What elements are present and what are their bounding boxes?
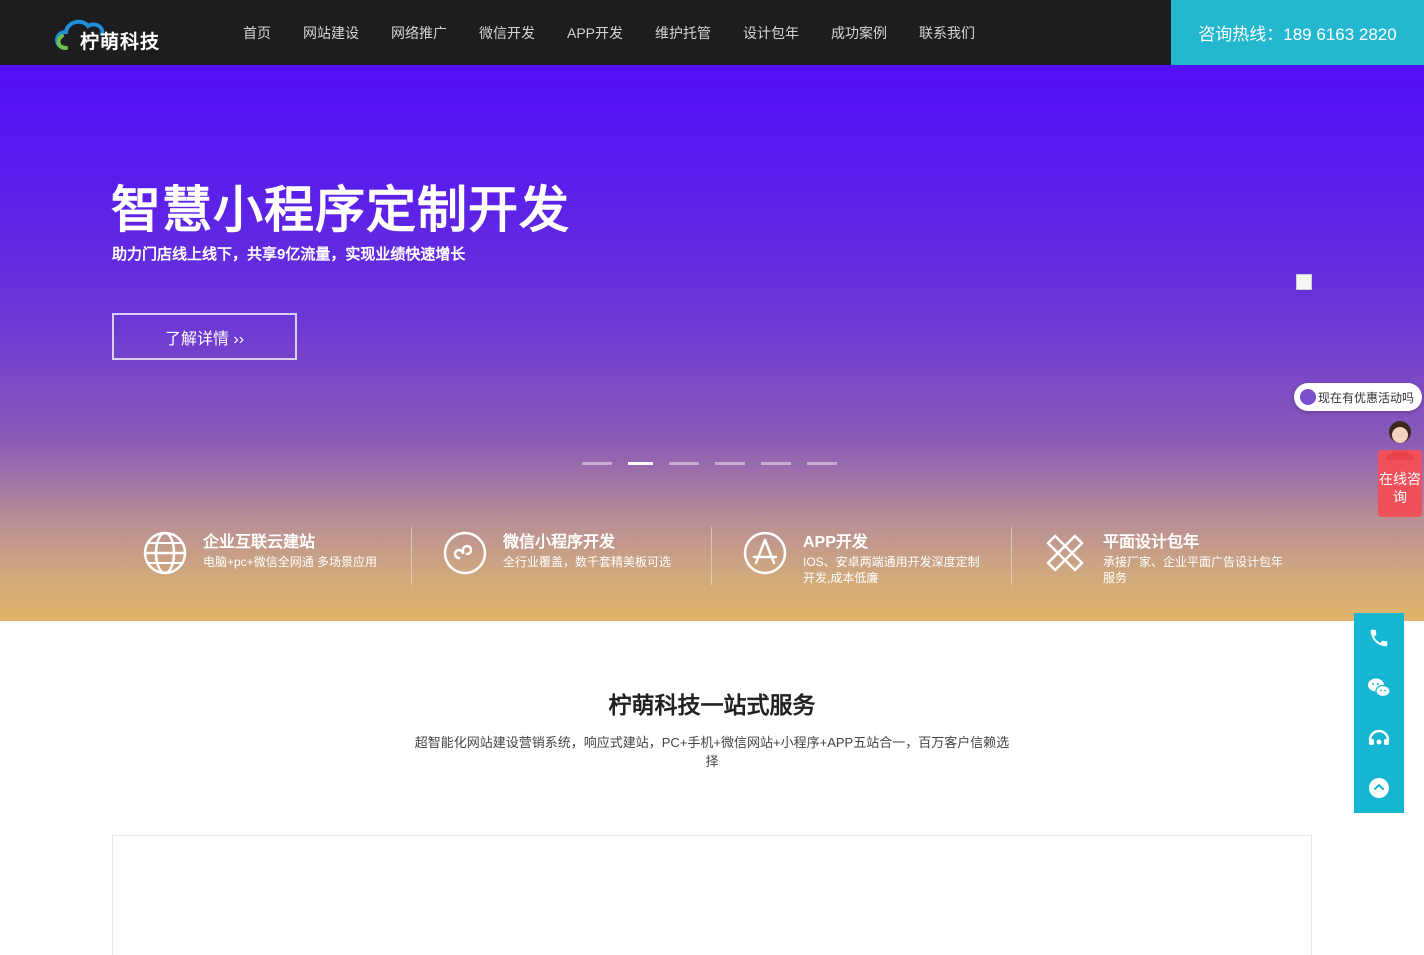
slider-dot-active[interactable] — [628, 462, 653, 465]
hotline-banner[interactable]: 咨询热线：189 6163 2820 — [1171, 0, 1424, 65]
globe-icon — [143, 531, 187, 575]
slider-dot[interactable] — [807, 462, 837, 465]
nav-item-website[interactable]: 网站建设 — [303, 23, 359, 43]
slider-dot[interactable] — [582, 462, 612, 465]
broken-image-icon — [1296, 274, 1312, 290]
side-tool-top[interactable] — [1354, 763, 1404, 813]
nav-item-promotion[interactable]: 网络推广 — [391, 23, 447, 43]
agent-avatar-icon — [1386, 421, 1414, 460]
feature-item-app[interactable]: APP开发 IOS、安卓两端通用开发深度定制开发,成本低廉 — [712, 525, 1012, 585]
side-toolbar — [1354, 613, 1404, 813]
feature-item-design[interactable]: 平面设计包年 承接厂家、企业平面广告设计包年服务 — [1012, 525, 1312, 585]
feature-desc: 电脑+pc+微信全网通 多场景应用 — [203, 555, 378, 569]
consult-label: 在线咨询 — [1379, 471, 1421, 505]
online-consult-widget[interactable]: 在线咨询 — [1378, 418, 1422, 517]
side-tool-service[interactable] — [1354, 713, 1404, 763]
nav-item-wechat[interactable]: 微信开发 — [479, 23, 535, 43]
design-tools-icon — [1046, 534, 1084, 572]
feature-desc: 承接厂家、企业平面广告设计包年服务 — [1103, 555, 1284, 585]
side-tool-phone[interactable] — [1354, 613, 1404, 663]
slider-dots — [582, 462, 853, 465]
feature-title: 企业互联云建站 — [203, 534, 316, 551]
service-section-desc: 超智能化网站建设营销系统，响应式建站，PC+手机+微信网站+小程序+APP五站合… — [414, 735, 1010, 769]
feature-strip: 企业互联云建站 电脑+pc+微信全网通 多场景应用 微信小程序开发 全行业覆盖，… — [112, 525, 1312, 585]
feature-desc: 全行业覆盖，数千套精美板可选 — [503, 555, 672, 569]
top-header: 柠萌科技 首页 网站建设 网络推广 微信开发 APP开发 维护托管 设计包年 成… — [0, 0, 1424, 65]
slider-dot[interactable] — [669, 462, 699, 465]
appstore-icon — [743, 531, 787, 575]
hero-subtitle: 助力门店线上线下，共享9亿流量，实现业绩快速增长 — [112, 246, 466, 263]
side-tool-wechat[interactable] — [1354, 663, 1404, 713]
learn-more-button[interactable]: 了解详情 ›› — [112, 313, 297, 360]
nav-item-home[interactable]: 首页 — [243, 23, 271, 43]
nav-item-contact[interactable]: 联系我们 — [919, 23, 975, 43]
feature-title: 平面设计包年 — [1103, 534, 1200, 551]
logo-text[interactable]: 柠萌科技 — [80, 27, 160, 54]
hero-title: 智慧小程序定制开发 — [111, 182, 570, 238]
main-nav: 首页 网站建设 网络推广 微信开发 APP开发 维护托管 设计包年 成功案例 联… — [243, 0, 1007, 65]
service-icon — [1368, 729, 1390, 745]
nav-item-app[interactable]: APP开发 — [567, 23, 623, 43]
slider-dot[interactable] — [715, 462, 745, 465]
service-section-title: 柠萌科技一站式服务 — [608, 692, 816, 718]
wechat-icon — [1368, 678, 1391, 698]
feature-item-website[interactable]: 企业互联云建站 电脑+pc+微信全网通 多场景应用 — [112, 525, 412, 585]
feature-title: APP开发 — [803, 534, 868, 551]
phone-icon — [1370, 629, 1388, 647]
miniprogram-icon — [443, 531, 487, 575]
slider-dot[interactable] — [761, 462, 791, 465]
feature-title: 微信小程序开发 — [503, 534, 616, 551]
chat-icon — [1300, 389, 1316, 405]
feature-desc: IOS、安卓两端通用开发深度定制开发,成本低廉 — [803, 555, 980, 585]
nav-item-design[interactable]: 设计包年 — [743, 23, 799, 43]
chat-prompt-text: 现在有优惠活动吗 — [1318, 390, 1415, 405]
back-to-top-icon — [1369, 778, 1389, 798]
service-content-box — [112, 835, 1312, 955]
nav-item-hosting[interactable]: 维护托管 — [655, 23, 711, 43]
feature-item-miniprogram[interactable]: 微信小程序开发 全行业覆盖，数千套精美板可选 — [412, 525, 712, 585]
nav-item-cases[interactable]: 成功案例 — [831, 23, 887, 43]
chat-prompt-bubble[interactable]: 现在有优惠活动吗 — [1294, 383, 1422, 411]
